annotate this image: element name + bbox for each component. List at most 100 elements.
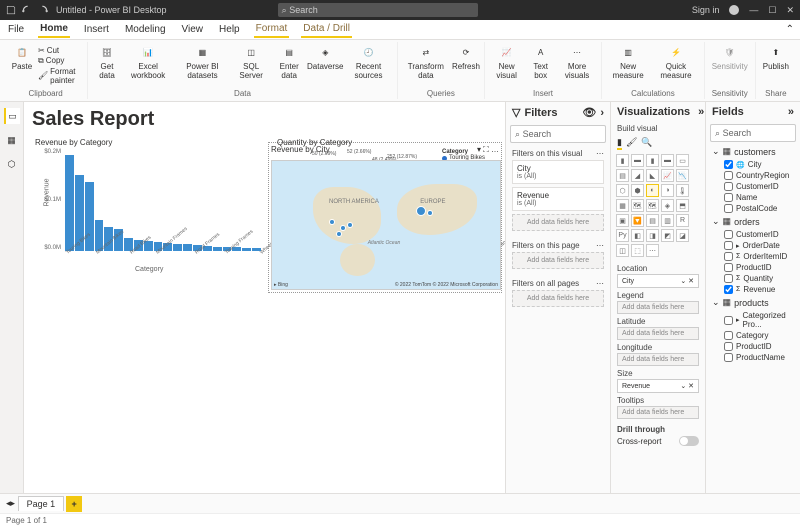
table-node[interactable]: ⌄▦orders bbox=[706, 214, 800, 229]
maximize-icon[interactable]: ☐ bbox=[768, 5, 776, 16]
format-tab-icon[interactable]: 🖌 bbox=[626, 137, 637, 150]
viz-type-button[interactable]: ◣ bbox=[646, 169, 659, 182]
viz-type-button[interactable]: 🗺 bbox=[646, 199, 659, 212]
tab-data-drill[interactable]: Data / Drill bbox=[301, 21, 352, 38]
field-node[interactable]: ▸OrderDate bbox=[706, 240, 800, 251]
viz-type-button[interactable]: ▬ bbox=[661, 154, 674, 167]
viz-type-button[interactable]: ▮ bbox=[646, 154, 659, 167]
field-node[interactable]: ProductID bbox=[706, 341, 800, 352]
format-painter-button[interactable]: 🖌Format painter bbox=[38, 67, 83, 85]
field-checkbox[interactable] bbox=[724, 331, 733, 340]
avatar-placeholder-icon[interactable] bbox=[729, 5, 739, 15]
viz-type-button[interactable]: ⬢ bbox=[631, 184, 644, 197]
viz-type-button[interactable]: ⬒ bbox=[676, 199, 689, 212]
latitude-well[interactable]: Add data fields here bbox=[617, 327, 699, 340]
field-checkbox[interactable] bbox=[724, 285, 733, 294]
data-view-icon[interactable]: ▦ bbox=[4, 132, 20, 148]
report-canvas[interactable]: Sales Report Revenue by Category $0.2M$0… bbox=[24, 102, 505, 493]
map-body[interactable]: NORTH AMERICA EUROPE Atlantic Ocean ▸ Bi… bbox=[271, 160, 501, 290]
add-page-button[interactable]: + bbox=[66, 496, 82, 512]
textbox-button[interactable]: AText box bbox=[526, 42, 555, 88]
excel-button[interactable]: 📊Excel workbook bbox=[124, 42, 173, 88]
viz-type-button[interactable]: ▣ bbox=[616, 214, 629, 227]
viz-type-button[interactable]: ◪ bbox=[676, 229, 689, 242]
paste-button[interactable]: 📋Paste bbox=[8, 42, 36, 88]
all-filter-dropzone[interactable]: Add data fields here bbox=[512, 290, 604, 307]
field-node[interactable]: ΣQuantity bbox=[706, 273, 800, 284]
page-tab[interactable]: Page 1 bbox=[18, 496, 65, 511]
viz-type-button[interactable]: R bbox=[676, 214, 689, 227]
filter-card-city[interactable]: Cityis (All) bbox=[512, 160, 604, 184]
table-node[interactable]: ⌄▦products bbox=[706, 295, 800, 310]
viz-type-button[interactable]: ▮ bbox=[616, 154, 629, 167]
signin-link[interactable]: Sign in bbox=[692, 5, 720, 15]
visual-filter-dropzone[interactable]: Add data fields here bbox=[512, 214, 604, 231]
viz-type-button[interactable]: ▤ bbox=[646, 214, 659, 227]
more-icon[interactable]: ⋯ bbox=[596, 241, 604, 250]
collapse-icon[interactable]: › bbox=[600, 107, 604, 119]
tab-modeling[interactable]: Modeling bbox=[123, 22, 168, 37]
legend-well[interactable]: Add data fields here bbox=[617, 301, 699, 314]
sql-button[interactable]: ◫SQL Server bbox=[232, 42, 270, 88]
model-view-icon[interactable]: ⬡ bbox=[4, 156, 20, 172]
field-checkbox[interactable] bbox=[724, 263, 733, 272]
more-icon[interactable]: ⋯ bbox=[596, 149, 604, 158]
collapse-ribbon-icon[interactable]: ⌃ bbox=[786, 24, 794, 35]
cut-button[interactable]: ✂Cut bbox=[38, 46, 83, 55]
field-node[interactable]: CustomerID bbox=[706, 181, 800, 192]
transform-data-button[interactable]: ⇄Transform data bbox=[402, 42, 450, 88]
dataverse-button[interactable]: ◈Dataverse bbox=[308, 42, 342, 88]
new-measure-button[interactable]: ▥New measure bbox=[606, 42, 650, 88]
viz-type-button[interactable]: 📉 bbox=[676, 169, 689, 182]
tab-help[interactable]: Help bbox=[217, 22, 242, 37]
viz-type-button[interactable]: 🌡 bbox=[676, 184, 689, 197]
chevron-down-icon[interactable]: ⌄ ✕ bbox=[680, 277, 694, 285]
field-node[interactable]: PostalCode bbox=[706, 203, 800, 214]
viz-type-button[interactable]: ▤ bbox=[616, 169, 629, 182]
analytics-tab-icon[interactable]: 🔍 bbox=[641, 137, 652, 150]
field-node[interactable]: ProductID bbox=[706, 262, 800, 273]
location-well[interactable]: City⌄ ✕ bbox=[617, 274, 699, 288]
field-checkbox[interactable] bbox=[724, 353, 733, 362]
field-checkbox[interactable] bbox=[724, 171, 733, 180]
close-icon[interactable]: ✕ bbox=[786, 5, 794, 16]
viz-type-button[interactable]: ◧ bbox=[631, 229, 644, 242]
build-tab-icon[interactable]: ▮ bbox=[617, 137, 622, 150]
minimize-icon[interactable]: — bbox=[749, 5, 758, 15]
viz-type-button[interactable]: ⬡ bbox=[616, 184, 629, 197]
viz-type-button[interactable]: ▦ bbox=[616, 199, 629, 212]
field-node[interactable]: Category bbox=[706, 330, 800, 341]
new-visual-button[interactable]: 📈New visual bbox=[489, 42, 524, 88]
fields-search[interactable]: ⌕ Search bbox=[710, 124, 796, 142]
titlebar-search[interactable]: ⌕ Search bbox=[278, 3, 478, 17]
field-node[interactable]: ▸Categorized Pro... bbox=[706, 310, 800, 330]
viz-type-button[interactable]: ◩ bbox=[661, 229, 674, 242]
field-checkbox[interactable] bbox=[724, 316, 733, 325]
field-checkbox[interactable] bbox=[724, 204, 733, 213]
sensitivity-button[interactable]: 🛡Sensitivity bbox=[709, 42, 751, 88]
table-node[interactable]: ⌄▦customers bbox=[706, 144, 800, 159]
field-checkbox[interactable] bbox=[724, 230, 733, 239]
refresh-button[interactable]: ⟳Refresh bbox=[452, 42, 480, 88]
viz-type-button[interactable]: ◐ bbox=[646, 184, 659, 197]
map-visual[interactable]: Revenue by City▾ ⛶ … NORTH AMERICA EUROP… bbox=[268, 142, 502, 293]
longitude-well[interactable]: Add data fields here bbox=[617, 353, 699, 366]
more-icon[interactable]: ⋯ bbox=[596, 279, 604, 288]
viz-type-button[interactable]: ◑ bbox=[661, 184, 674, 197]
field-node[interactable]: ProductName bbox=[706, 352, 800, 363]
tab-file[interactable]: File bbox=[6, 22, 26, 37]
save-icon[interactable] bbox=[6, 5, 16, 15]
field-node[interactable]: ΣRevenue bbox=[706, 284, 800, 295]
tab-view[interactable]: View bbox=[180, 22, 206, 37]
viz-type-button[interactable]: ◨ bbox=[646, 229, 659, 242]
quick-measure-button[interactable]: ⚡Quick measure bbox=[652, 42, 700, 88]
field-node[interactable]: 🌐City bbox=[706, 159, 800, 170]
viz-type-button[interactable]: ◫ bbox=[616, 244, 629, 257]
field-checkbox[interactable] bbox=[724, 342, 733, 351]
viz-type-button[interactable]: ◢ bbox=[631, 169, 644, 182]
report-view-icon[interactable]: ▭ bbox=[4, 108, 20, 124]
field-checkbox[interactable] bbox=[724, 193, 733, 202]
field-node[interactable]: ΣOrderItemID bbox=[706, 251, 800, 262]
field-node[interactable]: CountryRegion bbox=[706, 170, 800, 181]
collapse-icon[interactable]: » bbox=[788, 106, 794, 118]
